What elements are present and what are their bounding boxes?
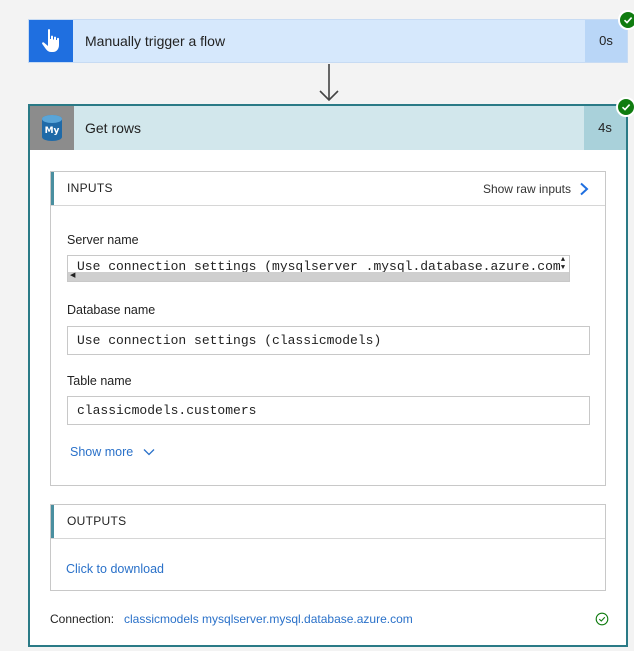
database-name-label: Database name	[67, 303, 156, 317]
trigger-icon-box	[29, 20, 73, 62]
scroll-left-arrow-icon[interactable]: ◀	[70, 272, 79, 281]
chevron-right-icon	[580, 182, 589, 195]
horizontal-scrollbar[interactable]: ◀	[68, 272, 569, 281]
outputs-header: OUTPUTS	[51, 505, 605, 539]
connection-ok-check-icon	[595, 612, 609, 626]
connection-label: Connection:	[50, 612, 115, 626]
inputs-title: INPUTS	[67, 181, 113, 195]
table-name-value: classicmodels.customers	[77, 403, 257, 418]
mysql-logo-text: My	[45, 126, 60, 136]
show-raw-inputs-link[interactable]: Show raw inputs	[483, 172, 589, 205]
trigger-card[interactable]: Manually trigger a flow 0s	[28, 19, 628, 63]
trigger-success-check-icon	[618, 10, 634, 30]
connector-arrow-icon	[319, 64, 339, 102]
server-name-field[interactable]: Use connection settings (mysqlserver .my…	[67, 255, 570, 282]
action-title: Get rows	[85, 120, 142, 136]
click-to-download-link[interactable]: Click to download	[66, 562, 164, 576]
connection-link[interactable]: classicmodels mysqlserver.mysql.database…	[124, 612, 413, 626]
show-more-link[interactable]: Show more	[70, 445, 155, 459]
show-more-label: Show more	[70, 445, 134, 459]
table-name-label: Table name	[67, 374, 132, 388]
show-raw-inputs-label: Show raw inputs	[482, 181, 571, 196]
outputs-panel: OUTPUTS Click to download	[50, 504, 606, 591]
table-name-field[interactable]: classicmodels.customers	[67, 396, 590, 425]
server-name-label: Server name	[67, 233, 139, 247]
inputs-header: INPUTS Show raw inputs	[51, 172, 605, 206]
hand-pointer-icon	[42, 29, 59, 52]
database-name-field[interactable]: Use connection settings (classicmodels)	[67, 326, 590, 355]
database-name-value: Use connection settings (classicmodels)	[77, 333, 382, 348]
connection-row: Connection: classicmodels mysqlserver.my…	[50, 612, 610, 630]
action-header[interactable]: My Get rows 4s	[30, 106, 626, 150]
mysql-logo-icon: My	[42, 115, 62, 141]
outputs-title: OUTPUTS	[67, 514, 127, 528]
get-rows-card: My Get rows 4s INPUTS Show raw inputs Se…	[28, 104, 628, 647]
trigger-title: Manually trigger a flow	[85, 33, 226, 49]
action-icon-box: My	[30, 106, 74, 150]
action-success-check-icon	[616, 97, 634, 117]
inputs-panel: INPUTS Show raw inputs Server name Use c…	[50, 171, 606, 486]
chevron-down-icon	[143, 449, 155, 456]
